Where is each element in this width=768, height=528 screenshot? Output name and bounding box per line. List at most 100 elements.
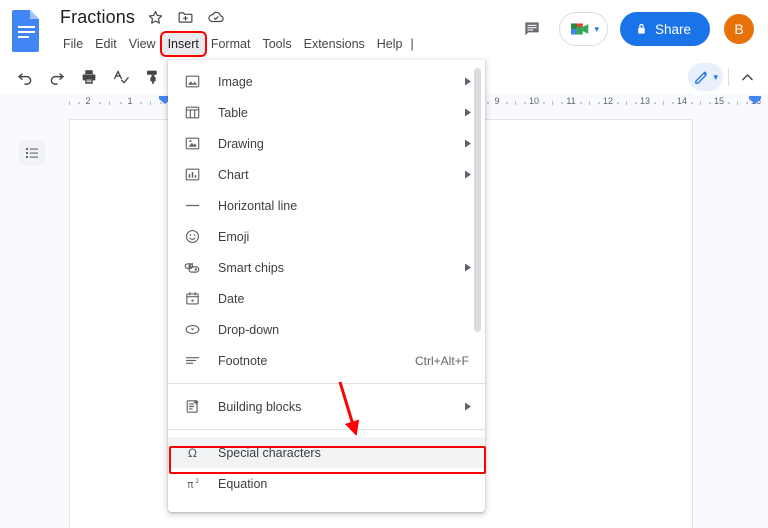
menu-item-label: Equation	[218, 476, 268, 491]
print-icon[interactable]	[76, 64, 102, 90]
svg-text:2: 2	[195, 477, 199, 485]
submenu-arrow-icon	[463, 108, 473, 118]
menu-item-emoji[interactable]: Emoji	[168, 221, 485, 252]
menu-item-label: Horizontal line	[218, 198, 298, 213]
ruler-minor-tick	[654, 102, 656, 104]
redo-icon[interactable]	[44, 64, 70, 90]
menu-item-drawing[interactable]: Drawing	[168, 128, 485, 159]
menu-item-building-blocks[interactable]: Building blocks	[168, 391, 485, 422]
share-button-label: Share	[654, 21, 691, 37]
menu-item-special-characters[interactable]: Ω Special characters	[168, 437, 485, 468]
omega-icon: Ω	[182, 443, 202, 463]
menu-edit[interactable]: Edit	[89, 33, 123, 55]
ruler-tick	[589, 101, 590, 105]
star-icon[interactable]	[144, 5, 168, 29]
menu-item-label: Special characters	[218, 445, 321, 460]
ruler-tick	[626, 101, 627, 105]
menu-item-table[interactable]: Table	[168, 97, 485, 128]
toolbar-divider-2	[728, 68, 729, 86]
menu-item-equation[interactable]: π 2 Equation	[168, 468, 485, 499]
ruler-minor-tick	[524, 102, 526, 104]
ruler-tick-label: 15	[713, 96, 725, 106]
ruler-minor-tick	[78, 102, 80, 104]
chevron-down-icon[interactable]: ▾	[713, 72, 718, 83]
emoji-icon	[182, 227, 202, 247]
document-title-row: Fractions	[57, 4, 228, 30]
ruler-tick	[552, 101, 553, 105]
paint-format-icon[interactable]	[140, 64, 166, 90]
image-icon	[182, 72, 202, 92]
ruler-minor-tick	[598, 102, 600, 104]
share-button[interactable]: Share	[619, 12, 710, 46]
document-outline-icon[interactable]	[19, 140, 45, 166]
submenu-arrow-icon	[463, 402, 473, 412]
google-meet-icon	[568, 20, 592, 38]
menu-item-horizontal-line[interactable]: Horizontal line	[168, 190, 485, 221]
ruler-minor-tick	[617, 102, 619, 104]
submenu-arrow-icon	[463, 139, 473, 149]
menu-item-label: Emoji	[218, 229, 250, 244]
submenu-arrow-icon	[463, 170, 473, 180]
insert-dropdown-menu[interactable]: Image Table Drawing Chart Horizontal line Emo…	[168, 60, 485, 512]
pencil-icon	[693, 69, 710, 86]
ruler-minor-tick	[691, 102, 693, 104]
ruler-tick	[109, 101, 110, 105]
chevron-up-icon[interactable]	[734, 64, 760, 90]
menu-insert[interactable]: Insert	[159, 31, 207, 57]
drawing-icon	[182, 134, 202, 154]
menu-item-chart[interactable]: Chart	[168, 159, 485, 190]
svg-text:Ω: Ω	[188, 446, 197, 460]
table-icon	[182, 103, 202, 123]
ruler-tick-label: 14	[676, 96, 688, 106]
date-icon	[182, 289, 202, 309]
chevron-down-icon[interactable]: ▾	[594, 24, 599, 35]
menu-view[interactable]: View	[123, 33, 162, 55]
ruler-tick-label: 11	[566, 96, 576, 106]
app-header: Fractions File Edit View Insert Format T…	[0, 0, 768, 60]
comment-icon[interactable]	[515, 12, 549, 46]
ruler-minor-tick	[506, 102, 508, 104]
menu-item-drop-down[interactable]: Drop-down	[168, 314, 485, 345]
ruler-minor-tick	[543, 102, 545, 104]
menu-item-label: Drop-down	[218, 322, 280, 337]
menu-item-label: Table	[218, 105, 248, 120]
menu-separator	[168, 383, 485, 384]
menu-item-label: Footnote	[218, 353, 268, 368]
google-docs-window: Fractions File Edit View Insert Format T…	[0, 0, 768, 528]
menu-item-date[interactable]: Date	[168, 283, 485, 314]
menu-extensions[interactable]: Extensions	[298, 33, 371, 55]
dropdown-icon	[182, 320, 202, 340]
menu-format[interactable]: Format	[205, 33, 257, 55]
docs-logo-icon[interactable]	[10, 8, 43, 52]
ruler-minor-tick	[635, 102, 637, 104]
ruler-minor-tick	[672, 102, 674, 104]
menu-tools[interactable]: Tools	[256, 33, 297, 55]
ruler-minor-tick	[728, 102, 730, 104]
chart-icon	[182, 165, 202, 185]
cloud-saved-icon[interactable]	[204, 5, 228, 29]
spellcheck-icon[interactable]	[108, 64, 134, 90]
footnote-icon	[182, 351, 202, 371]
submenu-arrow-icon	[463, 263, 473, 273]
google-meet-button[interactable]: ▾	[559, 12, 608, 46]
ruler-minor-tick	[487, 102, 489, 104]
page-title[interactable]: Fractions	[57, 6, 138, 29]
menu-item-image[interactable]: Image	[168, 66, 485, 97]
move-to-folder-icon[interactable]	[174, 5, 198, 29]
undo-icon[interactable]	[12, 64, 38, 90]
menu-help[interactable]: Help	[371, 33, 409, 55]
menu-item-footnote[interactable]: Footnote Ctrl+Alt+F	[168, 345, 485, 376]
avatar[interactable]: B	[724, 14, 754, 44]
editing-mode-button[interactable]: ▾	[688, 63, 723, 91]
menu-item-shortcut: Ctrl+Alt+F	[414, 353, 469, 368]
menu-item-label: Drawing	[218, 136, 264, 151]
menu-item-smart-chips[interactable]: Smart chips	[168, 252, 485, 283]
smart-chips-icon	[182, 258, 202, 278]
svg-text:π: π	[187, 479, 193, 491]
ruler-tick	[663, 101, 664, 105]
indent-marker[interactable]	[748, 95, 762, 108]
menu-file[interactable]: File	[57, 33, 89, 55]
ruler-tick-label: 1	[127, 96, 133, 106]
ruler-tick	[515, 101, 516, 105]
vertical-scrollbar[interactable]	[474, 68, 481, 332]
